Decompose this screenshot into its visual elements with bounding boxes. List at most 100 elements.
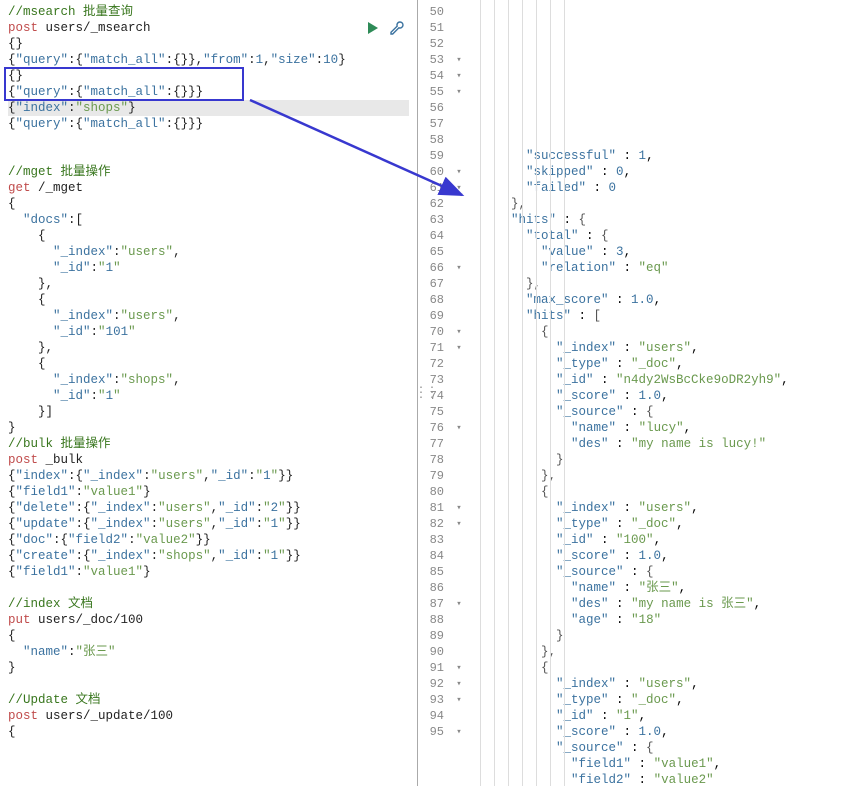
line-number: 59 bbox=[418, 148, 444, 164]
code-line[interactable] bbox=[8, 148, 409, 164]
editor-split-view: //msearch 批量查询post users/_msearch{}{"que… bbox=[0, 0, 844, 786]
line-number: 94 bbox=[418, 708, 444, 724]
code-line[interactable]: "_index":"shops", bbox=[8, 372, 409, 388]
line-number: 81 bbox=[418, 500, 444, 516]
line-number: 90 bbox=[418, 644, 444, 660]
code-line[interactable] bbox=[8, 580, 409, 596]
line-number: 79 bbox=[418, 468, 444, 484]
response-pane: ⋮⋮ 5051525354555657585960616263646566676… bbox=[418, 0, 844, 786]
fold-toggle[interactable]: ▾ bbox=[452, 324, 466, 340]
line-number: 52 bbox=[418, 36, 444, 52]
code-line[interactable]: { bbox=[8, 724, 409, 740]
line-number: 93 bbox=[418, 692, 444, 708]
fold-toggle bbox=[452, 228, 466, 244]
code-line[interactable]: {} bbox=[8, 36, 409, 52]
fold-toggle[interactable]: ▾ bbox=[452, 260, 466, 276]
response-code-area[interactable]: "successful" : 1, "skipped" : 0, "failed… bbox=[466, 0, 844, 786]
fold-toggle[interactable]: ▾ bbox=[452, 596, 466, 612]
code-line[interactable]: {"index":{"_index":"users","_id":"1"}} bbox=[8, 468, 409, 484]
code-line[interactable]: "_id":"1" bbox=[8, 260, 409, 276]
code-line[interactable]: } bbox=[8, 660, 409, 676]
play-icon[interactable] bbox=[365, 20, 383, 38]
code-line[interactable]: //msearch 批量查询 bbox=[8, 4, 409, 20]
line-number: 85 bbox=[418, 564, 444, 580]
code-line[interactable]: "_index":"users", bbox=[8, 244, 409, 260]
line-number: 82 bbox=[418, 516, 444, 532]
code-line[interactable]: "_id":"1" bbox=[8, 388, 409, 404]
code-line[interactable]: //Update 文档 bbox=[8, 692, 409, 708]
code-line[interactable]: {"query":{"match_all":{}},"from":1,"size… bbox=[8, 52, 409, 68]
code-line[interactable]: { bbox=[8, 356, 409, 372]
code-line[interactable]: post users/_msearch bbox=[8, 20, 409, 36]
code-line[interactable]: {"query":{"match_all":{}}} bbox=[8, 116, 409, 132]
fold-toggle bbox=[452, 36, 466, 52]
line-number: 65 bbox=[418, 244, 444, 260]
code-line[interactable]: { bbox=[8, 628, 409, 644]
fold-toggle[interactable]: ▾ bbox=[452, 500, 466, 516]
fold-toggle[interactable]: ▾ bbox=[452, 84, 466, 100]
wrench-icon[interactable] bbox=[389, 20, 407, 38]
fold-toggle bbox=[452, 132, 466, 148]
code-line[interactable]: post users/_update/100 bbox=[8, 708, 409, 724]
code-line[interactable]: "name":"张三" bbox=[8, 644, 409, 660]
code-line[interactable]: //bulk 批量操作 bbox=[8, 436, 409, 452]
fold-toggle bbox=[452, 356, 466, 372]
fold-toggle[interactable]: ▾ bbox=[452, 692, 466, 708]
code-line[interactable]: {"update":{"_index":"users","_id":"1"}} bbox=[8, 516, 409, 532]
splitter-handle[interactable]: ⋮⋮ bbox=[418, 385, 436, 402]
line-number: 70 bbox=[418, 324, 444, 340]
code-line[interactable]: {"doc":{"field2":"value2"}} bbox=[8, 532, 409, 548]
fold-toggle[interactable]: ▾ bbox=[452, 52, 466, 68]
line-number: 55 bbox=[418, 84, 444, 100]
fold-toggle bbox=[452, 644, 466, 660]
fold-toggle bbox=[452, 244, 466, 260]
code-line[interactable]: "_index":"users", bbox=[8, 308, 409, 324]
code-line[interactable]: {"field1":"value1"} bbox=[8, 484, 409, 500]
code-line[interactable] bbox=[8, 132, 409, 148]
request-editor-pane: //msearch 批量查询post users/_msearch{}{"que… bbox=[0, 0, 418, 786]
code-line[interactable]: }, bbox=[8, 276, 409, 292]
line-number: 78 bbox=[418, 452, 444, 468]
code-line[interactable]: //mget 批量操作 bbox=[8, 164, 409, 180]
code-line[interactable]: get /_mget bbox=[8, 180, 409, 196]
line-number: 60 bbox=[418, 164, 444, 180]
line-number: 95 bbox=[418, 724, 444, 740]
code-line[interactable]: { bbox=[8, 196, 409, 212]
code-line[interactable]: post _bulk bbox=[8, 452, 409, 468]
fold-toggle bbox=[452, 4, 466, 20]
fold-toggle[interactable]: ▾ bbox=[452, 340, 466, 356]
fold-toggle bbox=[452, 100, 466, 116]
code-line[interactable]: } bbox=[8, 420, 409, 436]
code-line[interactable]: {"create":{"_index":"shops","_id":"1"}} bbox=[8, 548, 409, 564]
code-line[interactable] bbox=[8, 676, 409, 692]
code-line[interactable]: {"delete":{"_index":"users","_id":"2"}} bbox=[8, 500, 409, 516]
fold-toggle[interactable]: ▾ bbox=[452, 660, 466, 676]
fold-toggle[interactable]: ▾ bbox=[452, 676, 466, 692]
code-line[interactable]: "_id":"101" bbox=[8, 324, 409, 340]
code-line[interactable]: {} bbox=[8, 68, 409, 84]
line-number: 72 bbox=[418, 356, 444, 372]
code-line[interactable]: { bbox=[8, 292, 409, 308]
code-line[interactable]: }] bbox=[8, 404, 409, 420]
code-line[interactable]: {"query":{"match_all":{}}} bbox=[8, 84, 409, 100]
fold-toggle[interactable]: ▾ bbox=[452, 724, 466, 740]
code-line[interactable]: { bbox=[8, 228, 409, 244]
code-line[interactable]: "docs":[ bbox=[8, 212, 409, 228]
fold-toggle bbox=[452, 20, 466, 36]
code-line[interactable]: }, bbox=[8, 340, 409, 356]
fold-toggle bbox=[452, 436, 466, 452]
fold-toggle[interactable]: ▾ bbox=[452, 68, 466, 84]
code-line[interactable]: //index 文档 bbox=[8, 596, 409, 612]
code-line[interactable]: {"field1":"value1"} bbox=[8, 564, 409, 580]
fold-toggle[interactable]: ▾ bbox=[452, 420, 466, 436]
fold-toggle[interactable]: ▾ bbox=[452, 180, 466, 196]
fold-gutter[interactable]: ▾▾▾▾▾▾▾▾▾▾▾▾▾▾▾▾ bbox=[452, 0, 466, 786]
line-number: 71 bbox=[418, 340, 444, 356]
code-line[interactable]: {"index":"shops"} bbox=[8, 100, 409, 116]
line-number: 87 bbox=[418, 596, 444, 612]
fold-toggle[interactable]: ▾ bbox=[452, 164, 466, 180]
request-code-area[interactable]: //msearch 批量查询post users/_msearch{}{"que… bbox=[0, 0, 417, 744]
code-line[interactable]: put users/_doc/100 bbox=[8, 612, 409, 628]
fold-toggle[interactable]: ▾ bbox=[452, 516, 466, 532]
line-number: 68 bbox=[418, 292, 444, 308]
